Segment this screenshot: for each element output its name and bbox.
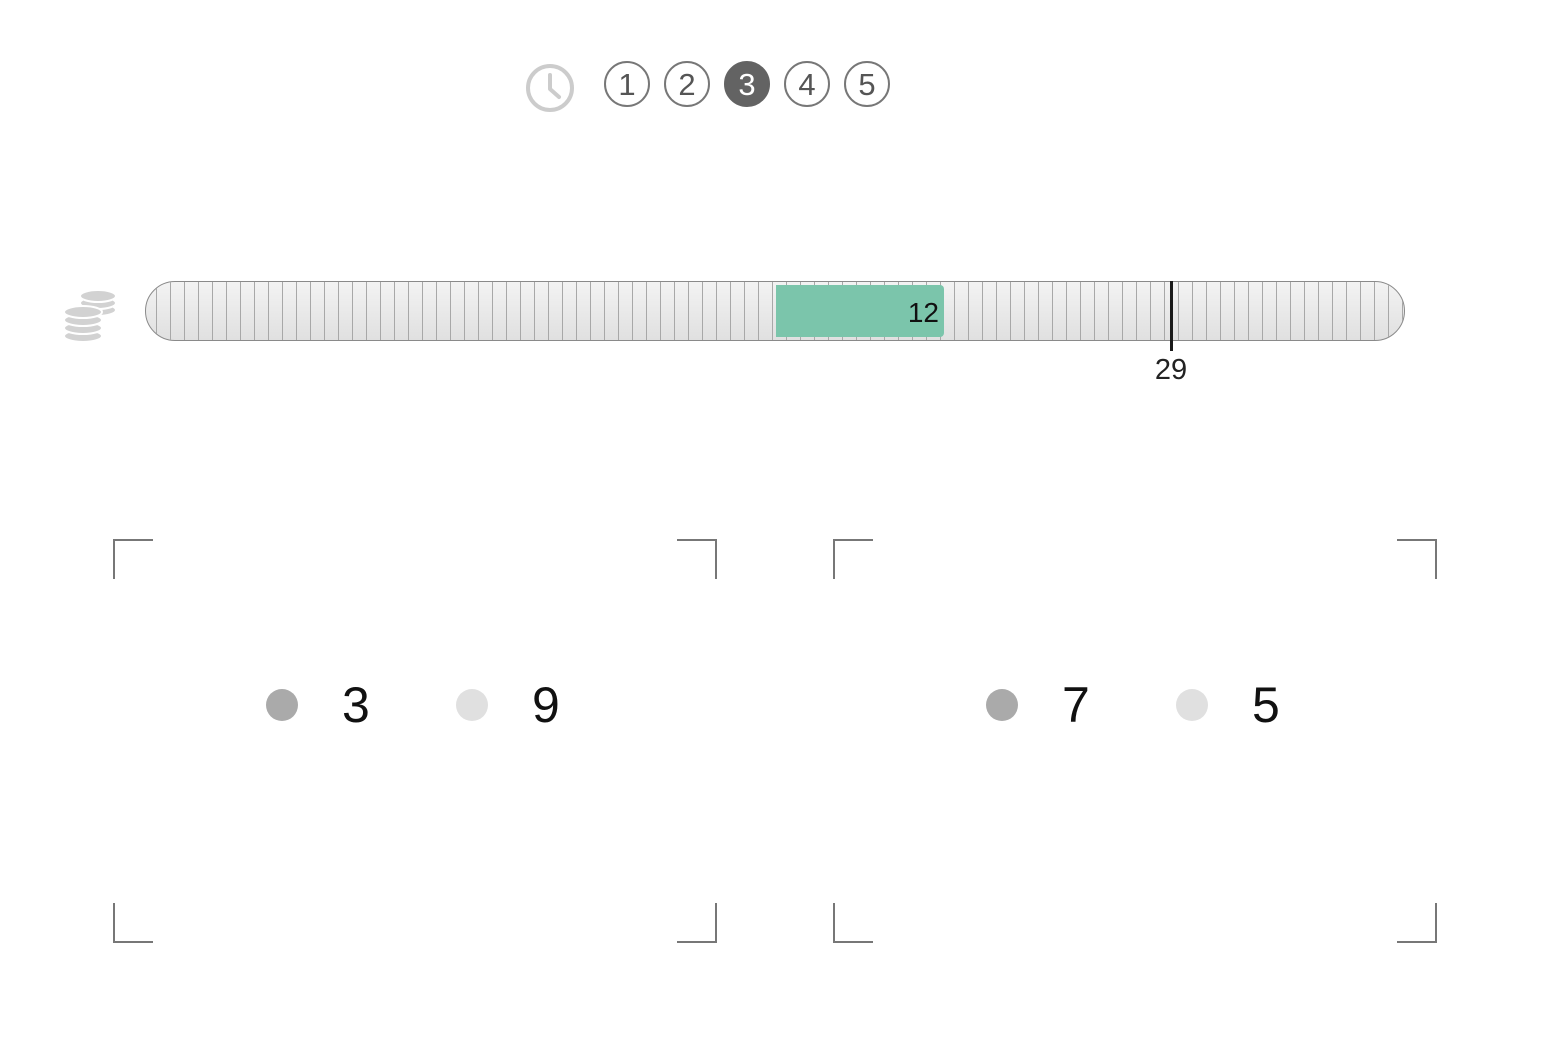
own-payoff-value: 3 <box>342 677 370 733</box>
round-1-button[interactable]: 1 <box>604 61 650 107</box>
budget-value: 12 <box>907 297 939 328</box>
panel-corner <box>113 539 153 579</box>
target-marker <box>1170 281 1173 351</box>
own-payoff-dot <box>266 689 298 721</box>
panel-corner <box>1397 903 1437 943</box>
round-4-button[interactable]: 4 <box>784 61 830 107</box>
round-3-button[interactable]: 3 <box>724 61 770 107</box>
other-payoff-value: 5 <box>1252 677 1280 733</box>
budget-bar: 12 <box>145 281 1405 341</box>
game-screen: 1 2 3 4 5 12 29 3 9 7 5 <box>0 0 1550 1060</box>
panel-corner <box>1397 539 1437 579</box>
panel-corner <box>677 903 717 943</box>
budget-fill: 12 <box>776 285 944 337</box>
panel-corner <box>677 539 717 579</box>
round-2-button[interactable]: 2 <box>664 61 710 107</box>
coins-icon <box>63 289 117 343</box>
panel-corner <box>113 903 153 943</box>
own-payoff-value: 7 <box>1062 677 1090 733</box>
other-payoff-dot <box>456 689 488 721</box>
bar-ticks <box>146 282 1404 340</box>
option-a-panel[interactable]: 3 9 <box>113 539 717 943</box>
other-payoff-dot <box>1176 689 1208 721</box>
clock-icon <box>526 64 574 112</box>
other-payoff-value: 9 <box>532 677 560 733</box>
round-5-button[interactable]: 5 <box>844 61 890 107</box>
own-payoff-dot <box>986 689 1018 721</box>
option-b-panel[interactable]: 7 5 <box>833 539 1437 943</box>
target-label: 29 <box>1154 354 1188 386</box>
panel-corner <box>833 539 873 579</box>
panel-corner <box>833 903 873 943</box>
